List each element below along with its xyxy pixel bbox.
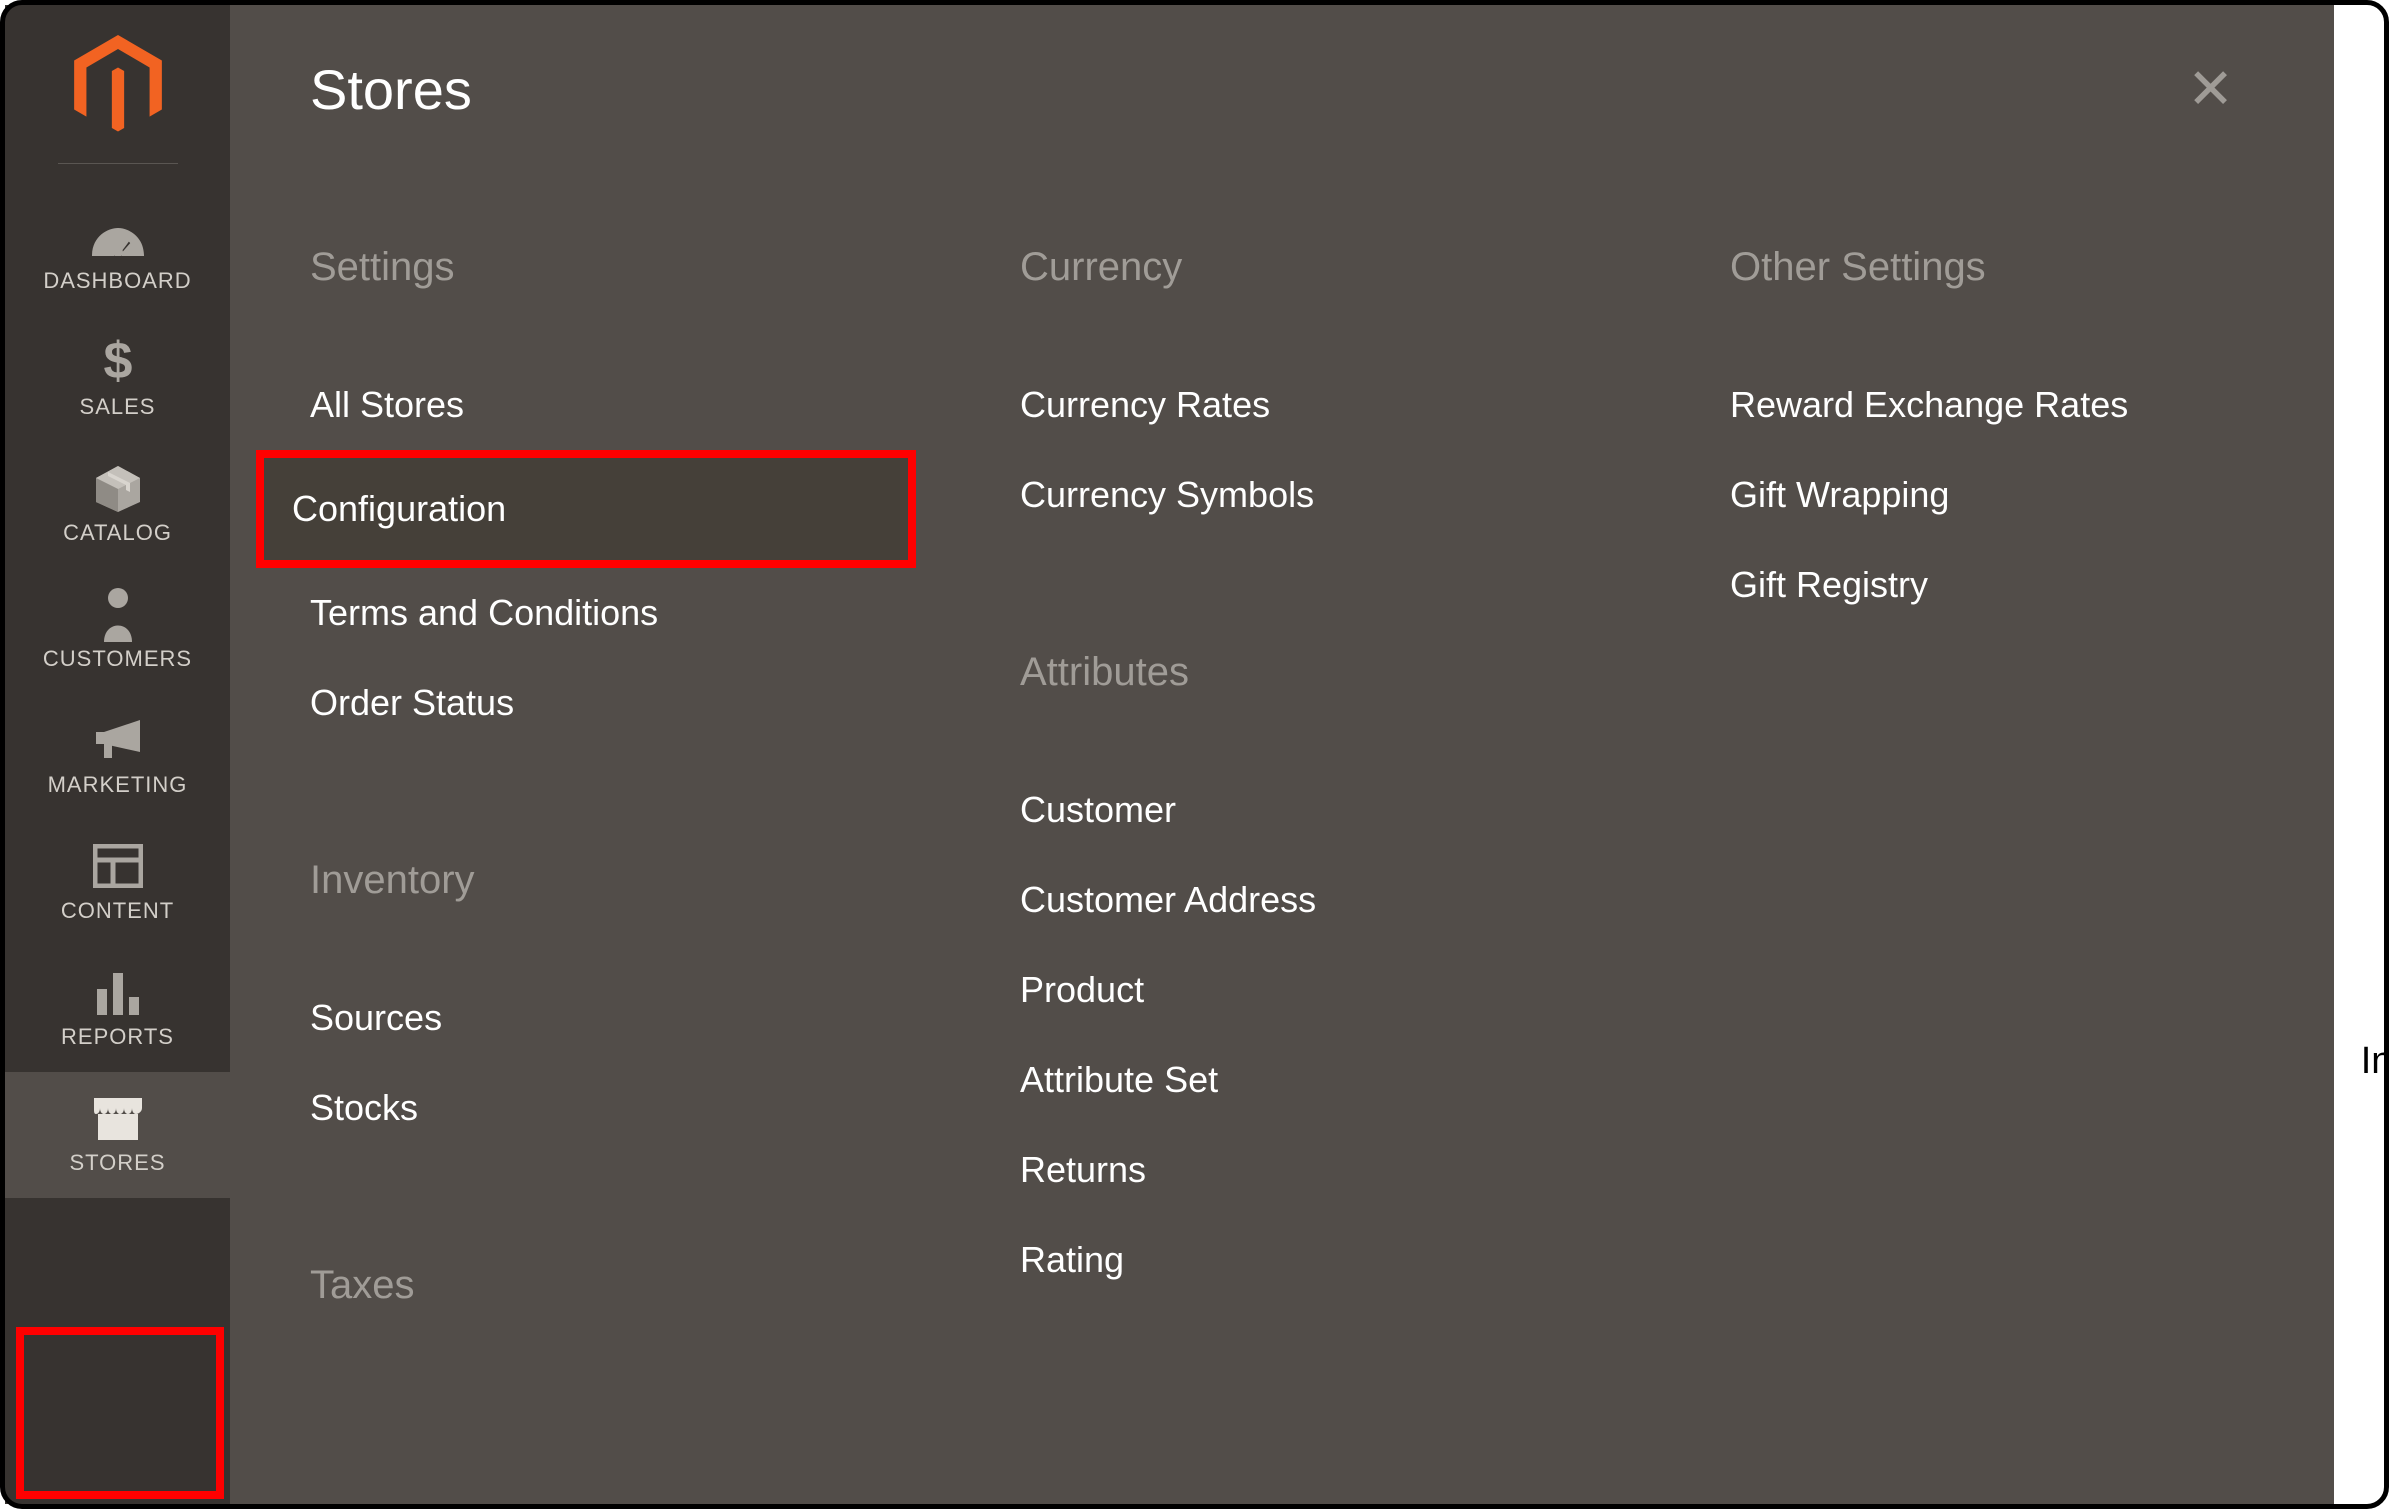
menu-link-gift-registry[interactable]: Gift Registry — [1730, 540, 2128, 630]
svg-text:$: $ — [103, 334, 132, 390]
admin-sidebar: DASHBOARD $ SALES CATALOG CUSTOMERS MARK… — [5, 5, 230, 1504]
flyout-column-1: Settings All Stores Configuration Terms … — [310, 245, 1020, 1308]
megaphone-icon — [90, 712, 146, 768]
sidebar-item-label: REPORTS — [61, 1024, 174, 1050]
menu-link-configuration[interactable]: Configuration — [256, 450, 916, 568]
sidebar-item-reports[interactable]: REPORTS — [5, 946, 230, 1072]
sidebar-item-stores[interactable]: STORES — [5, 1072, 230, 1198]
sidebar-item-sales[interactable]: $ SALES — [5, 316, 230, 442]
sidebar-item-catalog[interactable]: CATALOG — [5, 442, 230, 568]
menu-link-terms-and-conditions[interactable]: Terms and Conditions — [310, 568, 1020, 658]
flyout-column-2: Currency Currency Rates Currency Symbols… — [1020, 245, 1730, 1308]
menu-link-order-status[interactable]: Order Status — [310, 658, 1020, 748]
group-heading-taxes: Taxes — [310, 1263, 1020, 1308]
sidebar-item-label: CONTENT — [61, 898, 174, 924]
menu-link-customer[interactable]: Customer — [1020, 765, 1730, 855]
sidebar-item-label: SALES — [80, 394, 156, 420]
sidebar-item-dashboard[interactable]: DASHBOARD — [5, 190, 230, 316]
group-heading-attributes: Attributes — [1020, 650, 1730, 695]
stores-flyout-panel: Stores ✕ Settings All Stores Configurati… — [230, 5, 2334, 1504]
storefront-icon — [90, 1090, 146, 1146]
menu-link-stocks[interactable]: Stocks — [310, 1063, 1020, 1153]
person-icon — [98, 586, 138, 642]
menu-link-all-stores[interactable]: All Stores — [310, 360, 1020, 450]
group-heading-settings: Settings — [310, 245, 1020, 290]
sidebar-item-label: STORES — [69, 1150, 165, 1176]
menu-link-rating[interactable]: Rating — [1020, 1215, 1730, 1281]
layout-icon — [93, 838, 143, 894]
dollar-icon: $ — [98, 334, 138, 390]
menu-link-currency-symbols[interactable]: Currency Symbols — [1020, 450, 1730, 540]
sidebar-item-customers[interactable]: CUSTOMERS — [5, 568, 230, 694]
menu-link-sources[interactable]: Sources — [310, 973, 1020, 1063]
menu-link-currency-rates[interactable]: Currency Rates — [1020, 360, 1730, 450]
background-cropped-text: Inclu — [2361, 1040, 2389, 1083]
sidebar-item-label: MARKETING — [48, 772, 188, 798]
sidebar-item-marketing[interactable]: MARKETING — [5, 694, 230, 820]
box-icon — [92, 460, 144, 516]
bar-chart-icon — [93, 964, 143, 1020]
menu-link-customer-address[interactable]: Customer Address — [1020, 855, 1730, 945]
magento-logo-icon[interactable] — [74, 35, 162, 135]
menu-link-attribute-set[interactable]: Attribute Set — [1020, 1035, 1730, 1125]
group-heading-inventory: Inventory — [310, 858, 1020, 903]
sidebar-item-label: CUSTOMERS — [43, 646, 192, 672]
sidebar-item-label: DASHBOARD — [43, 268, 191, 294]
sidebar-item-content[interactable]: CONTENT — [5, 820, 230, 946]
menu-link-reward-exchange-rates[interactable]: Reward Exchange Rates — [1730, 360, 2128, 450]
sidebar-divider — [58, 163, 178, 164]
menu-link-gift-wrapping[interactable]: Gift Wrapping — [1730, 450, 2128, 540]
flyout-title: Stores — [310, 57, 472, 122]
close-icon[interactable]: ✕ — [2179, 53, 2264, 125]
group-heading-currency: Currency — [1020, 245, 1730, 290]
menu-link-returns[interactable]: Returns — [1020, 1125, 1730, 1215]
flyout-column-3: Other Settings Reward Exchange Rates Gif… — [1730, 245, 2128, 1308]
menu-link-product[interactable]: Product — [1020, 945, 1730, 1035]
dashboard-gauge-icon — [88, 208, 148, 264]
sidebar-item-label: CATALOG — [63, 520, 172, 546]
group-heading-other-settings: Other Settings — [1730, 245, 2128, 290]
